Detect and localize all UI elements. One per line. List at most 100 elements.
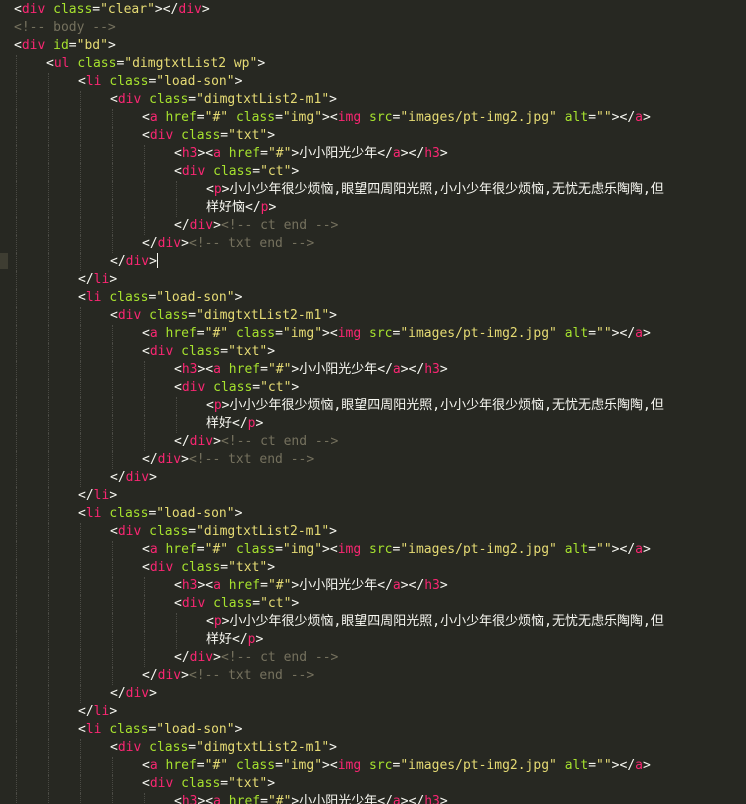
code-line[interactable]: <h3><a href="#">小小阳光少年</a></h3> [14, 361, 746, 379]
token-tag: img [337, 110, 362, 125]
code-editor[interactable]: <div class="clear"></div> <!-- body --> <d… [0, 0, 746, 804]
indent-guide [112, 145, 113, 163]
code-line[interactable]: <div class="ct"> [14, 163, 746, 181]
token-str: "txt" [228, 128, 268, 143]
code-line[interactable]: </div><!-- ct end --> [14, 217, 746, 235]
code-line-content: <div id="bd"> [14, 38, 116, 53]
code-line[interactable]: 样好</p> [14, 415, 746, 433]
code-line-content: <div class="dimgtxtList2-m1"> [110, 308, 337, 323]
indent-guide [80, 685, 81, 703]
token-punc: > [329, 92, 337, 107]
token-punc: >< [322, 758, 338, 773]
indent-guide [16, 721, 17, 739]
code-line-content: </div><!-- txt end --> [142, 236, 314, 251]
code-line[interactable]: <h3><a href="#">小小阳光少年</a></h3> [14, 145, 746, 163]
code-line[interactable]: </div><!-- txt end --> [14, 667, 746, 685]
code-line[interactable]: <div class="ct"> [14, 379, 746, 397]
code-line[interactable]: <div class="dimgtxtList2-m1"> [14, 739, 746, 757]
code-line-content: </div><!-- ct end --> [174, 650, 338, 665]
indent-guide [48, 145, 49, 163]
token-str: "img" [282, 758, 323, 773]
token-punc: < [174, 164, 182, 179]
code-line[interactable]: <a href="#" class="img"><img src="images… [14, 541, 746, 559]
code-line[interactable]: <div class="clear"></div> [14, 1, 746, 19]
token-text: 样好 [206, 416, 233, 431]
code-line[interactable]: <div class="dimgtxtList2-m1"> [14, 523, 746, 541]
code-line[interactable]: <div class="ct"> [14, 595, 746, 613]
token-punc: >< [197, 362, 214, 377]
indent-guide [144, 379, 145, 397]
code-line[interactable]: <li class="load-son"> [14, 505, 746, 523]
code-line[interactable]: <a href="#" class="img"><img src="images… [14, 325, 746, 343]
indent-guide [112, 433, 113, 451]
indent-guide [48, 631, 49, 649]
code-line[interactable]: </div><!-- txt end --> [14, 235, 746, 253]
code-line[interactable]: <p>小小少年很少烦恼,眼望四周阳光照,小小少年很少烦恼,无忧无虑乐陶陶,但 [14, 397, 746, 415]
code-line[interactable]: </div> [14, 469, 746, 487]
token-punc: </ [142, 668, 158, 683]
indent-guide [80, 523, 81, 541]
code-area[interactable]: <div class="clear"></div> <!-- body --> <d… [14, 1, 746, 804]
code-line[interactable]: <div id="bd"> [14, 37, 746, 55]
code-line[interactable]: </div><!-- ct end --> [14, 433, 746, 451]
token-tag: img [337, 542, 362, 557]
code-line[interactable]: </div><!-- txt end --> [14, 451, 746, 469]
token-str: "images/pt-img2.jpg" [400, 758, 557, 773]
indent-guide [112, 217, 113, 235]
code-line[interactable]: <!-- body --> [14, 19, 746, 37]
indent-guide [112, 577, 113, 595]
token-punc: >< [322, 326, 338, 341]
token-punc: < [142, 758, 150, 773]
code-line-content: <div class="txt"> [142, 344, 275, 359]
indent-guide [144, 361, 145, 379]
token-punc: > [268, 200, 277, 215]
token-tag: div [149, 344, 174, 359]
indent-guide [48, 721, 49, 739]
code-line[interactable]: <h3><a href="#">小小阳光少年</a></h3> [14, 577, 746, 595]
code-line[interactable]: <li class="load-son"> [14, 73, 746, 91]
code-line[interactable]: </li> [14, 271, 746, 289]
token-attr: class [77, 56, 117, 71]
code-line[interactable]: </div> [14, 253, 746, 271]
indent-guide [48, 325, 49, 343]
token-str: "img" [282, 542, 323, 557]
code-line[interactable]: </li> [14, 487, 746, 505]
token-tag: h3 [424, 794, 440, 804]
token-tag: h3 [181, 362, 198, 377]
code-line[interactable]: <div class="txt"> [14, 127, 746, 145]
code-line[interactable]: 样好恼</p> [14, 199, 746, 217]
indent-guide [112, 181, 113, 199]
token-attr: alt [564, 758, 589, 773]
code-line[interactable]: <p>小小少年很少烦恼,眼望四周阳光照,小小少年很少烦恼,无忧无虑乐陶陶,但 [14, 181, 746, 199]
code-line[interactable]: <a href="#" class="img"><img src="images… [14, 109, 746, 127]
token-str: "#" [267, 578, 292, 593]
token-punc: </ [245, 200, 261, 215]
indent-guide [80, 577, 81, 595]
indent-guide [80, 451, 81, 469]
token-punc: < [78, 506, 86, 521]
indent-guide [144, 631, 145, 649]
token-punc: > [439, 794, 448, 804]
code-line[interactable]: <div class="txt"> [14, 775, 746, 793]
code-line[interactable]: </div> [14, 685, 746, 703]
code-line[interactable]: <div class="dimgtxtList2-m1"> [14, 91, 746, 109]
token-str: "#" [267, 794, 292, 804]
code-line[interactable]: <div class="txt"> [14, 343, 746, 361]
token-attr: src [369, 758, 393, 773]
code-line[interactable]: <a href="#" class="img"><img src="images… [14, 757, 746, 775]
indent-guide [48, 541, 49, 559]
token-attr: class [181, 344, 221, 359]
code-line[interactable]: <h3><a href="#">小小阳光少年</a></h3> [14, 793, 746, 804]
code-line[interactable]: <p>小小少年很少烦恼,眼望四周阳光照,小小少年很少烦恼,无忧无虑乐陶陶,但 [14, 613, 746, 631]
indent-guide [48, 163, 49, 181]
code-line[interactable]: <ul class="dimgtxtList2 wp"> [14, 55, 746, 73]
indent-guide [16, 685, 17, 703]
code-line[interactable]: 样好</p> [14, 631, 746, 649]
token-punc: > [267, 128, 276, 143]
code-line[interactable]: </li> [14, 703, 746, 721]
code-line[interactable]: <li class="load-son"> [14, 289, 746, 307]
code-line[interactable]: <li class="load-son"> [14, 721, 746, 739]
code-line[interactable]: <div class="txt"> [14, 559, 746, 577]
code-line[interactable]: <div class="dimgtxtList2-m1"> [14, 307, 746, 325]
code-line[interactable]: </div><!-- ct end --> [14, 649, 746, 667]
